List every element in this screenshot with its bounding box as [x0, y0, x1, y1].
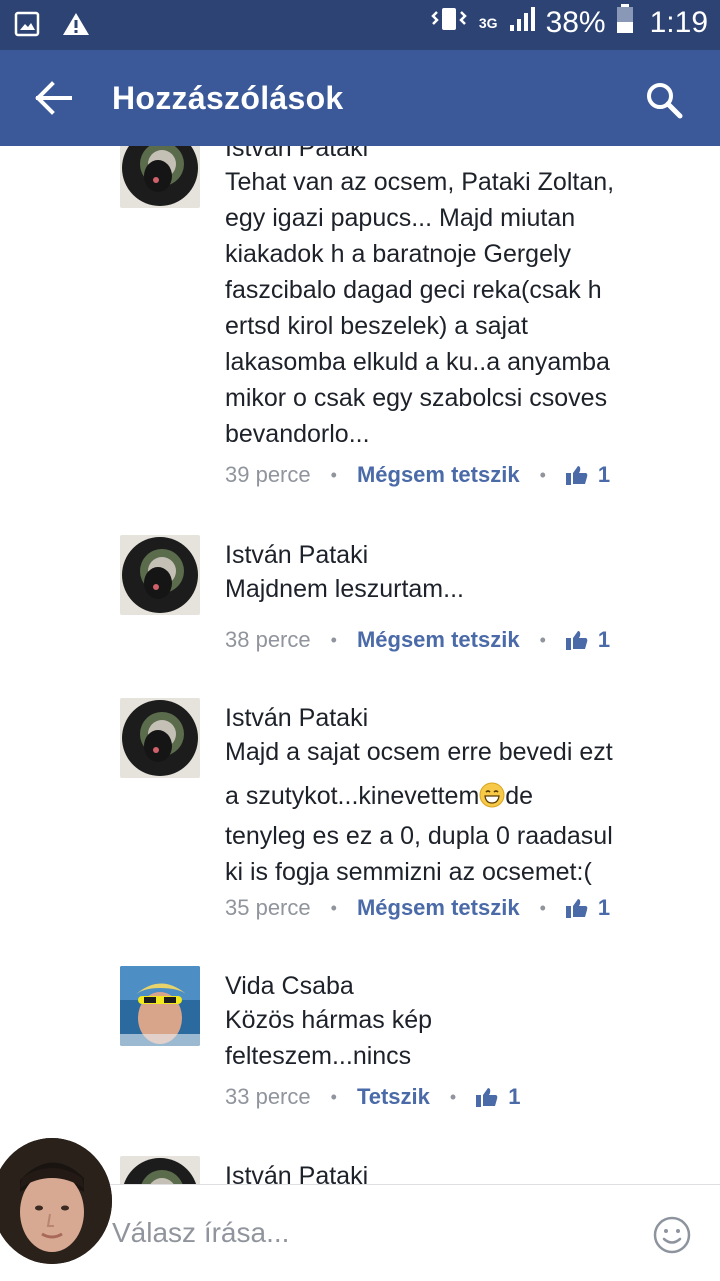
thumbs-up-icon [565, 465, 588, 485]
like-button[interactable]: Mégsem tetszik [357, 462, 520, 488]
like-button[interactable]: Mégsem tetszik [357, 627, 520, 653]
warning-icon [62, 11, 90, 42]
status-bar: 3G 38% 1:19 [0, 0, 720, 50]
network-type: 3G [478, 15, 498, 31]
avatar[interactable] [120, 698, 200, 778]
smiley-icon[interactable] [652, 1215, 692, 1255]
comment-text: Közös hármas kép felteszem...nincs [225, 1006, 433, 1070]
thumbs-up-icon [565, 898, 588, 918]
like-count[interactable]: 1 [598, 462, 610, 488]
avatar[interactable] [120, 1156, 200, 1184]
comment-author[interactable]: István Pataki [225, 704, 368, 733]
clock: 1:19 [649, 6, 708, 39]
signal-icon [508, 5, 536, 41]
comment-meta: 39 perce • Mégsem tetszik • 1 [225, 462, 611, 488]
like-button[interactable]: Tetszik [357, 1084, 430, 1110]
comment-text: Majd a sajat ocsem erre bevedi ezt a szu… [225, 738, 613, 886]
battery-icon [616, 4, 634, 42]
comment-time[interactable]: 35 perce [225, 895, 311, 921]
thumbs-up-icon [565, 630, 588, 650]
comment-list[interactable]: István Pataki Tehat van az ocsem, Pataki… [0, 146, 720, 1184]
search-icon[interactable] [644, 80, 684, 120]
comment-author[interactable]: István Pataki [225, 541, 368, 570]
comment-time[interactable]: 33 perce [225, 1084, 311, 1110]
comment-text: Majdnem leszurtam... [225, 575, 464, 603]
comment-text: Tehat van az ocsem, Pataki Zoltan, egy i… [225, 168, 615, 448]
grinning-face-emoji [479, 782, 505, 818]
like-button[interactable]: Mégsem tetszik [357, 895, 520, 921]
like-count[interactable]: 1 [598, 895, 610, 921]
vibrate-icon [429, 5, 469, 41]
avatar[interactable] [120, 146, 200, 208]
app-bar: Hozzászólások [0, 50, 720, 146]
battery-percent: 38% [545, 6, 606, 39]
avatar[interactable] [120, 535, 200, 615]
gallery-icon [14, 11, 40, 42]
page-title: Hozzászólások [112, 80, 344, 116]
like-count[interactable]: 1 [508, 1084, 520, 1110]
reply-input[interactable]: Válasz írása... [112, 1217, 289, 1249]
comment-time[interactable]: 39 perce [225, 462, 311, 488]
comment-author[interactable]: István Pataki [225, 146, 368, 163]
comment-meta: 33 perce • Tetszik • 1 [225, 1084, 521, 1110]
arrow-left-icon[interactable] [34, 80, 74, 116]
thumbs-up-icon [476, 1087, 498, 1107]
comment-meta: 35 perce • Mégsem tetszik • 1 [225, 895, 611, 921]
comment-meta: 38 perce • Mégsem tetszik • 1 [225, 627, 611, 653]
like-count[interactable]: 1 [598, 627, 610, 653]
comment-time[interactable]: 38 perce [225, 627, 311, 653]
comment-author[interactable]: Vida Csaba [225, 972, 354, 1001]
comment-author[interactable]: István Pataki [225, 1162, 368, 1184]
avatar[interactable] [120, 966, 200, 1046]
